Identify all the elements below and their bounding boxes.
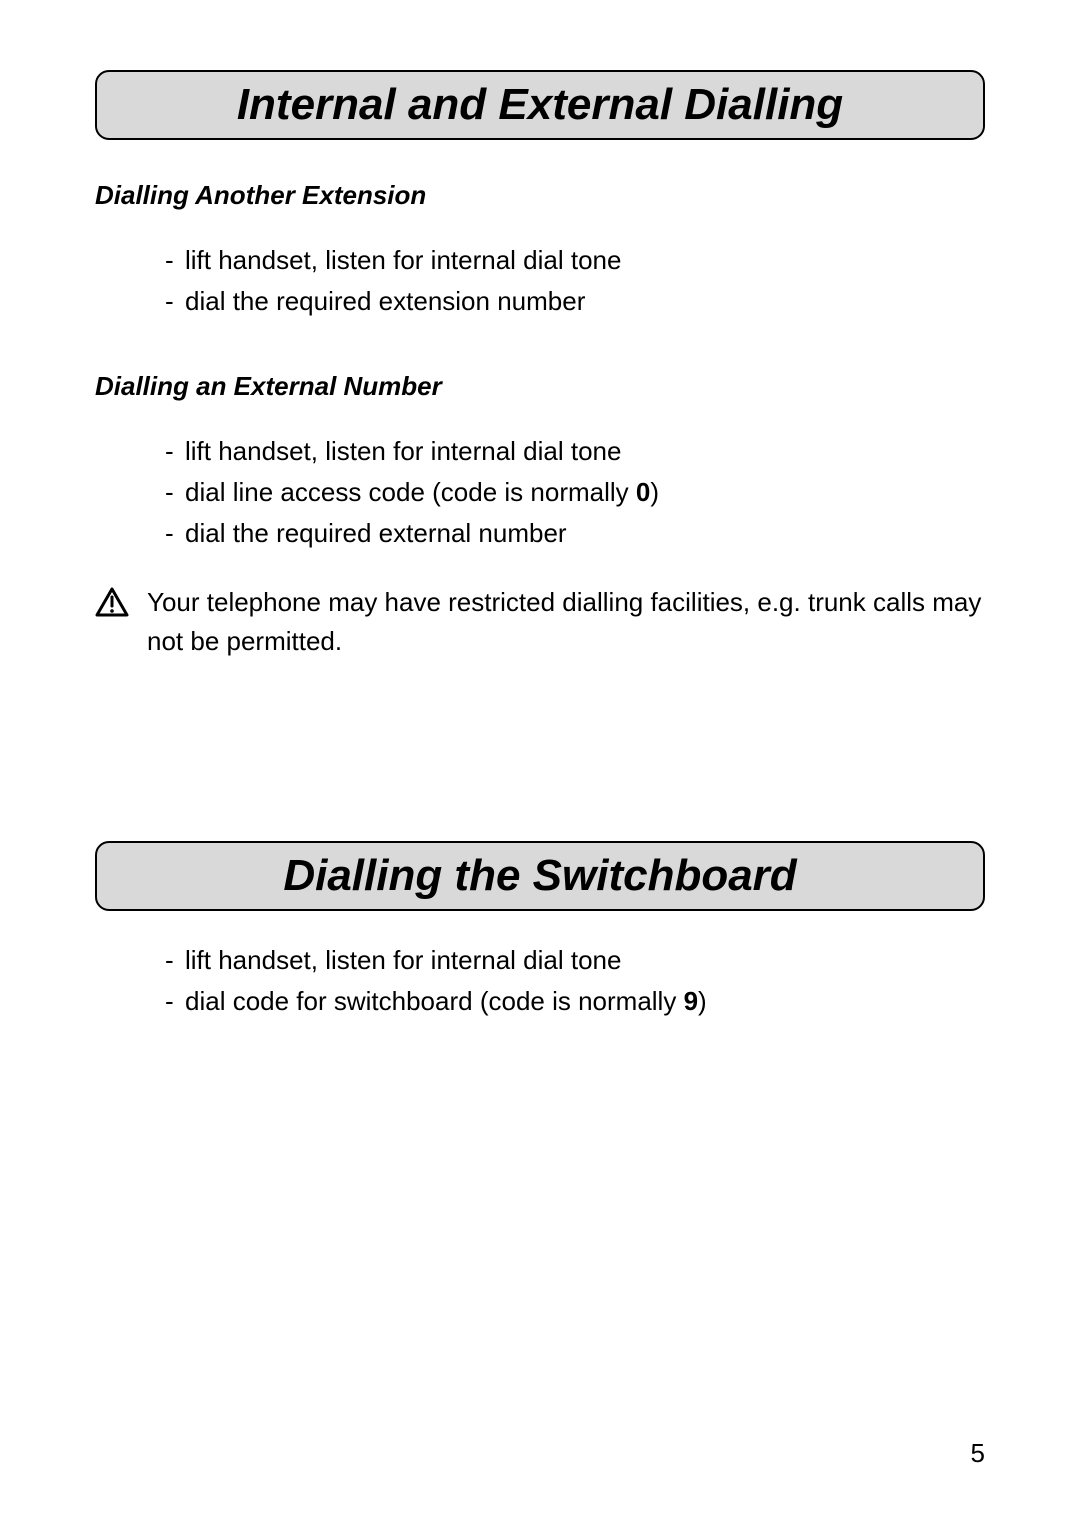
list-item: -dial code for switchboard (code is norm… (165, 982, 985, 1021)
page-number: 5 (971, 1438, 985, 1469)
dash: - (165, 241, 185, 280)
list-text: dial line access code (code is normally (185, 477, 636, 507)
subheading-external: Dialling an External Number (95, 371, 985, 402)
dash: - (165, 432, 185, 471)
section-title-box-1: Internal and External Dialling (95, 70, 985, 140)
bold-code: 0 (636, 477, 650, 507)
list-text: dial the required extension number (185, 286, 585, 316)
warning-icon (95, 587, 129, 622)
list-text: lift handset, listen for internal dial t… (185, 945, 621, 975)
warning-text: Your telephone may have restricted diall… (147, 583, 985, 661)
subheading-extension: Dialling Another Extension (95, 180, 985, 211)
list-text: lift handset, listen for internal dial t… (185, 245, 621, 275)
list-item: -lift handset, listen for internal dial … (165, 432, 985, 471)
list-text: dial the required external number (185, 518, 567, 548)
dash: - (165, 982, 185, 1021)
dash: - (165, 514, 185, 553)
section-title-box-2: Dialling the Switchboard (95, 841, 985, 911)
dash: - (165, 941, 185, 980)
section-title-1: Internal and External Dialling (117, 80, 963, 130)
list-text: dial code for switchboard (code is norma… (185, 986, 684, 1016)
list-item: -dial line access code (code is normally… (165, 473, 985, 512)
warning-row: Your telephone may have restricted diall… (95, 583, 985, 661)
list-extension: -lift handset, listen for internal dial … (95, 241, 985, 321)
dash: - (165, 473, 185, 512)
bold-code: 9 (684, 986, 698, 1016)
document-page: Internal and External Dialling Dialling … (0, 0, 1080, 1131)
list-suffix: ) (698, 986, 707, 1016)
list-item: -lift handset, listen for internal dial … (165, 941, 985, 980)
list-external: -lift handset, listen for internal dial … (95, 432, 985, 553)
list-text: lift handset, listen for internal dial t… (185, 436, 621, 466)
list-item: -dial the required external number (165, 514, 985, 553)
section-title-2: Dialling the Switchboard (117, 851, 963, 901)
list-item: -dial the required extension number (165, 282, 985, 321)
list-item: -lift handset, listen for internal dial … (165, 241, 985, 280)
list-suffix: ) (650, 477, 659, 507)
list-switchboard: -lift handset, listen for internal dial … (95, 941, 985, 1021)
dash: - (165, 282, 185, 321)
